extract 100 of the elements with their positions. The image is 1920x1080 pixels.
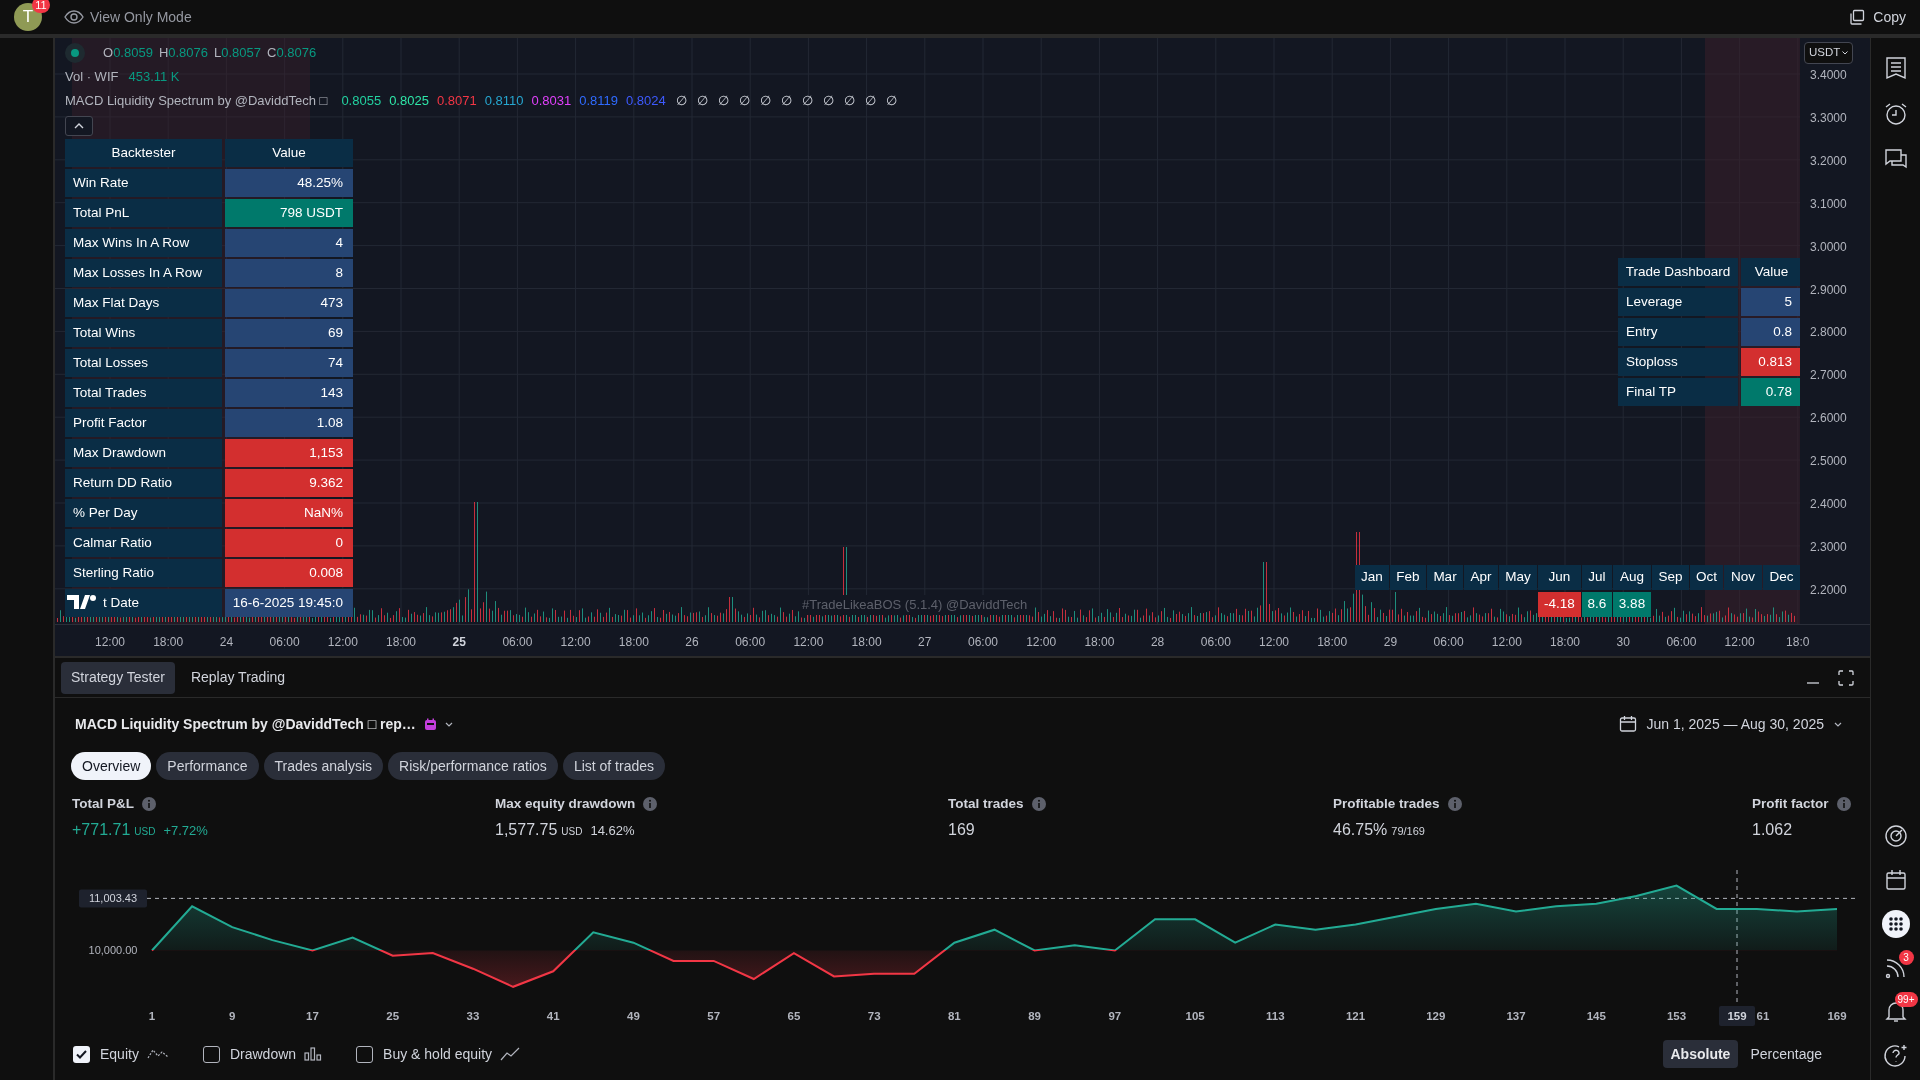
axis-label: 73 <box>867 1010 881 1022</box>
info-icon[interactable] <box>1031 797 1046 812</box>
axis-label: 81 <box>948 1010 961 1022</box>
notification-badge: 99+ <box>1894 992 1918 1007</box>
month-header: Dec <box>1763 565 1800 590</box>
currency-button[interactable]: USDT <box>1804 42 1854 64</box>
axis-label: 97 <box>1108 1010 1122 1022</box>
ohlc-label: O <box>103 44 114 63</box>
panel-tab[interactable]: Strategy Tester <box>61 661 175 694</box>
empty-value: ∅ <box>843 92 855 111</box>
axis-label: 61 <box>1756 1010 1770 1022</box>
month-header: Jun <box>1538 565 1581 590</box>
time-label: 18:00 <box>1083 634 1116 651</box>
axis-label: 169 <box>1827 1010 1847 1022</box>
info-icon[interactable] <box>1836 797 1851 812</box>
report-tab[interactable]: List of trades <box>562 752 666 780</box>
ohlc-value: 0.8076 <box>276 44 317 63</box>
metric-detail: 14.62% <box>590 822 635 841</box>
strategy-selector[interactable]: MACD Liquidity Spectrum by @DaviddTech □ rep… <box>75 713 453 735</box>
table-cell: Max Losses In A Row <box>65 259 222 287</box>
monthly-return: 3.88 <box>1613 592 1651 617</box>
price-label: 2.5000 <box>1810 453 1847 471</box>
caret-icon <box>1834 721 1842 727</box>
table-cell: 798 USDT <box>225 199 353 227</box>
date-range-selector[interactable]: Jun 1, 2025 — Aug 30, 2025 <box>1618 713 1842 735</box>
table-cell: Total Losses <box>65 349 222 377</box>
time-label: 30 <box>1615 634 1631 651</box>
checkbox-label: Equity <box>100 1044 139 1064</box>
table-cell: 0.78 <box>1741 378 1800 406</box>
ohlc-value: 0.8076 <box>168 44 209 63</box>
report-tab[interactable]: Overview <box>71 752 152 780</box>
month-header: May <box>1499 565 1537 590</box>
metric-unit: USD <box>134 825 156 840</box>
axis-label: 33 <box>466 1010 480 1022</box>
axis-label: 41 <box>546 1010 560 1022</box>
ohlc-label: C <box>267 44 277 63</box>
month-header: Sep <box>1652 565 1689 590</box>
month-header: Nov <box>1724 565 1762 590</box>
info-icon[interactable] <box>1447 797 1462 812</box>
price-label: 2.8000 <box>1810 324 1847 342</box>
report-tab[interactable]: Risk/performance ratios <box>388 752 558 780</box>
info-icon[interactable] <box>643 797 658 812</box>
feed-button[interactable]: 3 <box>1877 950 1914 986</box>
month-header: Oct <box>1690 565 1723 590</box>
info-icon[interactable] <box>142 797 156 812</box>
checkbox[interactable] <box>73 1045 90 1063</box>
month-header: Feb <box>1390 565 1426 590</box>
time-label: 18:00 <box>385 634 417 651</box>
metric-label: Profitable trades <box>1333 795 1440 813</box>
metric-value: 46.75% <box>1333 820 1388 841</box>
scale-toggle[interactable]: Absolute <box>1662 1040 1739 1068</box>
checkbox[interactable] <box>356 1045 374 1063</box>
table-cell: 1,153 <box>225 439 353 467</box>
price-label: 2.4000 <box>1810 496 1847 513</box>
month-header: Apr <box>1464 565 1498 590</box>
metric-detail: 79/169 <box>1391 824 1425 840</box>
bar-chart-icon <box>304 1047 323 1061</box>
table-cell: Calmar Ratio <box>65 529 222 557</box>
table-cell: Entry <box>1618 318 1738 346</box>
maximize-icon[interactable] <box>1838 669 1854 686</box>
calendar-icon <box>1884 869 1907 891</box>
ohlc-value: 0.8057 <box>221 44 262 63</box>
scale-toggle[interactable]: Percentage <box>1742 1040 1830 1068</box>
metric-label: Total P&L <box>72 795 134 813</box>
calendar-icon <box>423 717 437 731</box>
report-tab[interactable]: Trades analysis <box>263 752 384 780</box>
price-label: 2.3000 <box>1810 538 1847 556</box>
panel-tab[interactable]: Replay Trading <box>180 661 296 694</box>
table-cell: Total Trades <box>65 379 222 407</box>
axis-label: 11,003.43 <box>79 889 147 908</box>
time-label: 12:00 <box>326 634 359 651</box>
time-label: 29 <box>1382 634 1399 651</box>
price-label: 3.2000 <box>1810 152 1847 170</box>
ohlc-label: L <box>214 44 222 63</box>
time-label: 12:00 <box>1490 634 1523 651</box>
empty-value: ∅ <box>717 92 729 111</box>
axis-label: 89 <box>1028 1010 1041 1022</box>
caret-icon <box>1842 51 1849 55</box>
checkbox[interactable] <box>202 1045 220 1063</box>
calendar-icon <box>1618 715 1637 733</box>
line-icon <box>146 1047 169 1061</box>
report-tab[interactable]: Performance <box>156 752 259 780</box>
indicator-value: 0.8024 <box>626 92 666 111</box>
month-header: Aug <box>1613 565 1651 590</box>
metric-label: Total trades <box>948 795 1024 813</box>
price-label: 2.6000 <box>1810 410 1847 428</box>
metric-unit: USD <box>561 825 583 840</box>
price-label: 2.9000 <box>1810 281 1847 299</box>
ohlc-value: 0.8059 <box>113 44 153 63</box>
axis-label: 25 <box>386 1010 400 1022</box>
table-cell: Return DD Ratio <box>65 469 222 497</box>
metric-value: +771.71 <box>72 820 131 841</box>
table-cell: Max Wins In A Row <box>65 229 222 257</box>
collapse-button[interactable] <box>65 116 93 136</box>
table-header: Backtester <box>65 139 222 167</box>
table-cell: Final TP <box>1618 378 1738 406</box>
copy-button[interactable]: Copy <box>1849 6 1906 28</box>
table-cell: Max Drawdown <box>65 439 222 467</box>
axis-label: 65 <box>787 1010 801 1022</box>
y-tick-label: 11,003.43 <box>88 892 138 905</box>
